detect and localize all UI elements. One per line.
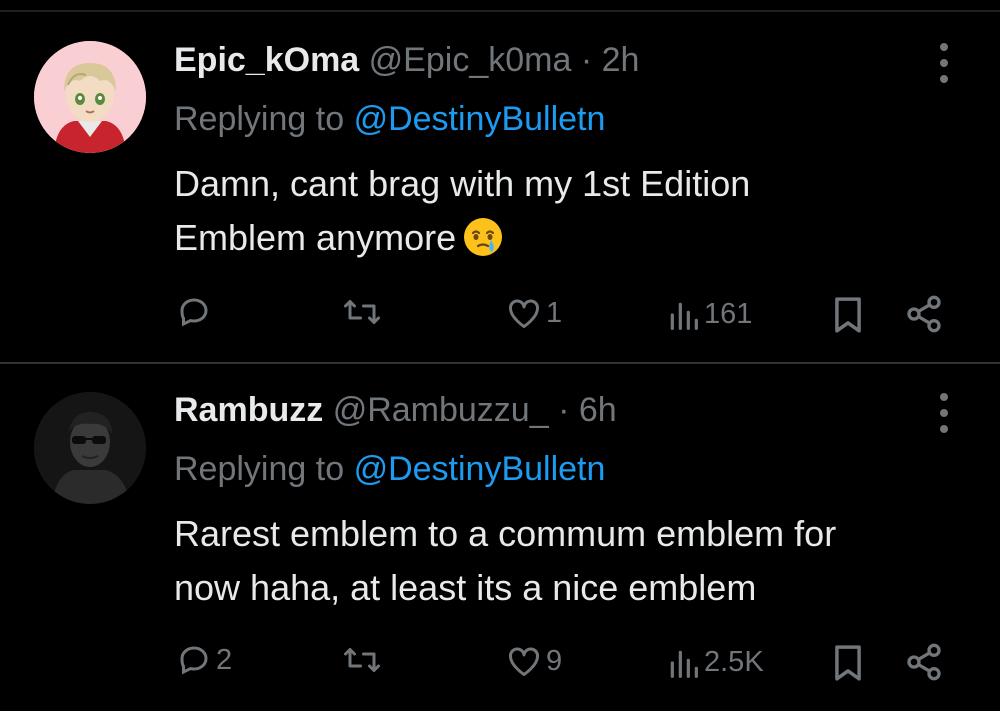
views-count: 161 xyxy=(704,298,753,330)
tweet-text-line-with-emoji: Emblem anymore xyxy=(174,211,974,265)
more-icon[interactable] xyxy=(924,38,964,88)
display-name[interactable]: Epic_kOma xyxy=(174,41,359,79)
display-name[interactable]: Rambuzz xyxy=(174,391,323,429)
tweet-actions: 1 161 xyxy=(0,290,1000,340)
like-button[interactable]: 9 xyxy=(506,644,562,678)
bookmark-button[interactable] xyxy=(832,644,864,682)
tweet-divider xyxy=(0,362,1000,364)
bookmark-button[interactable] xyxy=(832,296,864,334)
reply-icon xyxy=(180,646,208,675)
replying-to: Replying to @DestinyBulletn xyxy=(174,449,605,489)
avatar-dark-portrait-icon xyxy=(34,392,146,504)
views-count: 2.5K xyxy=(704,646,764,678)
views-icon xyxy=(670,302,698,330)
like-count: 1 xyxy=(546,296,563,329)
tweet-text-line: now haha, at least its a nice emblem xyxy=(174,567,757,608)
views-button[interactable]: 161 xyxy=(666,298,752,331)
timestamp[interactable]: 6h xyxy=(579,391,617,429)
views-icon xyxy=(670,650,698,678)
tweet-actions: 2 9 2.5K xyxy=(0,638,1000,688)
retweet-button[interactable] xyxy=(342,642,386,678)
replying-label: Replying to xyxy=(174,100,345,138)
timestamp[interactable]: 2h xyxy=(602,41,640,79)
avatar-illustration-icon xyxy=(34,41,146,153)
share-icon xyxy=(907,643,941,681)
like-button[interactable]: 1 xyxy=(506,296,562,330)
separator: · xyxy=(558,391,570,429)
more-dot xyxy=(940,43,948,51)
more-dot xyxy=(940,425,948,433)
user-handle[interactable]: @Epic_k0ma xyxy=(369,41,572,79)
reply-button[interactable]: 2 xyxy=(176,642,232,678)
user-handle[interactable]: @Rambuzzu_ xyxy=(333,391,549,429)
like-count: 9 xyxy=(546,644,563,677)
top-divider xyxy=(0,10,1000,12)
tweet-text-line: Rarest emblem to a commum emblem for xyxy=(174,513,837,554)
tweet-header: Epic_kOma @Epic_k0ma · 2h xyxy=(174,40,639,80)
tweet-text-line: Damn, cant brag with my 1st Edition xyxy=(174,163,751,204)
bookmark-icon xyxy=(835,645,861,681)
more-dot xyxy=(940,59,948,67)
more-dot xyxy=(940,393,948,401)
avatar[interactable] xyxy=(34,41,146,153)
more-dot xyxy=(940,409,948,417)
share-button[interactable] xyxy=(904,294,944,334)
separator: · xyxy=(580,41,593,79)
like-icon xyxy=(508,647,540,676)
like-icon xyxy=(508,299,540,328)
more-dot xyxy=(940,75,948,83)
views-button[interactable]: 2.5K xyxy=(666,646,764,679)
more-icon[interactable] xyxy=(924,388,964,438)
tweet-header: Rambuzz @Rambuzzu_ · 6h xyxy=(174,390,617,430)
reply-button[interactable] xyxy=(176,294,216,330)
replying-handle-link[interactable]: @DestinyBulletn xyxy=(354,450,606,488)
tweet-text-line: Emblem anymore xyxy=(174,217,457,258)
avatar[interactable] xyxy=(34,392,146,504)
retweet-icon xyxy=(344,648,380,672)
tweet-text: Rarest emblem to a commum emblem for now… xyxy=(174,507,974,615)
replying-handle-link[interactable]: @DestinyBulletn xyxy=(354,100,606,138)
face-holding-back-tears-icon xyxy=(464,218,503,256)
tweet-text: Damn, cant brag with my 1st Edition Embl… xyxy=(174,157,974,265)
reply-icon xyxy=(180,298,208,327)
replying-to: Replying to @DestinyBulletn xyxy=(174,99,605,139)
share-icon xyxy=(907,295,941,333)
retweet-button[interactable] xyxy=(342,294,386,330)
bookmark-icon xyxy=(835,297,861,333)
reply-count: 2 xyxy=(216,643,233,676)
replying-label: Replying to xyxy=(174,450,345,488)
share-button[interactable] xyxy=(904,642,944,682)
retweet-icon xyxy=(344,300,380,324)
